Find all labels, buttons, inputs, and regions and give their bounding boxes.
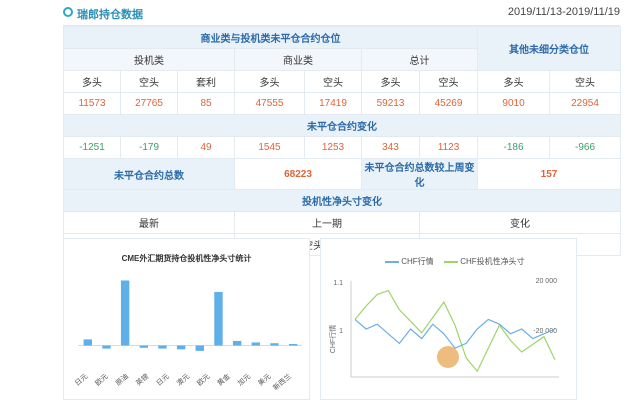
change-cell: -966 [549,136,622,159]
change-cell: 49 [177,136,235,159]
changes-row: -1251 -179 49 1545 1253 343 1123 -186 -9… [63,136,622,159]
bar [214,291,223,346]
weekly-change-label: 未平仓合约总数较上周变化 [360,158,479,190]
y-left-mid-tick: 1 [339,328,343,335]
bar [270,343,279,346]
y-right-top-tick: 20 000 [536,278,558,285]
subheader-cell: 多头 [477,70,551,93]
value-cell: 47555 [234,92,305,115]
bar [176,345,186,350]
change-cell: 343 [361,136,420,159]
value-cell: 11573 [63,92,121,115]
subheader-cell: 空头 [418,70,479,93]
value-cell: 9010 [477,92,551,115]
section-oi-change: 未平仓合约变化 [62,114,622,137]
change-cell: 1545 [234,136,305,159]
totals-row: 未平仓合约总数 68223 未平仓合约总数较上周变化 157 [63,158,622,190]
line-chart: 1.11CHF行情20 000-20 000 [328,278,559,378]
net-header-latest: 最新 [63,211,235,234]
subheader-cell: 多头 [63,70,121,93]
date-range: 2019/11/13-2019/11/19 [507,6,620,18]
value-cell: 85 [177,92,235,115]
section-other: 其他未细分类仓位 [477,26,622,71]
net-header-change: 变化 [418,211,622,234]
page-title: 瑞郎持仓数据 [77,9,143,21]
y-left-axis-label: CHF行情 [328,325,337,353]
bar-tick-label: 英镑 [134,372,151,388]
bar [251,342,260,346]
value-cell: 59213 [361,92,420,115]
value-cell: 22954 [549,92,622,115]
bar-tick-label: 美元 [256,372,273,388]
subheader-cell: 多头 [361,70,420,93]
group-total: 总计 [360,48,479,71]
bar-tick-label: 新西兰 [271,372,293,392]
group-commercial: 商业类 [234,48,362,71]
bar [139,345,148,348]
change-cell: -1251 [63,136,121,159]
page-header: 瑞郎持仓数据 2019/11/13-2019/11/19 [0,0,640,26]
chf-line-chart-panel: CHF行情 CHF投机性净头寸 1.1 1 CHF行情 20 000 -20 000 [320,238,577,400]
value-cell: 45269 [418,92,479,115]
bar [102,345,111,349]
section-net-position: 投机性净头寸变化 [62,189,622,212]
series-line-chf [354,318,556,349]
weekly-change-value: 157 [477,158,622,190]
bar-tick-label: 加元 [236,372,253,388]
net-header-previous: 上一期 [234,211,420,234]
subheader-cell: 多头 [234,70,305,93]
bar [120,280,130,346]
change-cell: 1253 [304,136,362,159]
bar [232,340,242,346]
bar-tick-label: 澳元 [175,372,192,388]
bar-tick-label: 日元 [155,372,171,387]
circle-icon [63,7,73,17]
total-oi-label: 未平仓合约总数 [63,158,235,190]
net-header-row: 最新 上一期 变化 [63,211,622,234]
bar-tick-label: 黄金 [215,372,232,388]
bar-chart: 日元 欧元 原油 英镑 日元 澳元 欧元 黄金 加元 美元 新西兰 [73,280,302,392]
bar [158,345,167,349]
values-row: 11573 27765 85 47555 17419 59213 45269 9… [63,92,622,115]
value-cell: 17419 [304,92,362,115]
net-position-bar-chart-panel: CME外汇期货持仓投机性净头寸统计 日元 欧元 原油 英镑 日元 澳元 欧元 黄金 加元 美元 新西… [63,238,310,400]
bar [195,345,204,351]
change-cell: 1123 [418,136,479,159]
watermark-badge [437,346,459,368]
bar-tick-label: 原油 [114,372,131,388]
bar [83,339,92,346]
bar-tick-label: 欧元 [93,372,110,388]
bar-tick-label: 欧元 [195,372,212,388]
bar-tick-label: 日元 [73,372,89,387]
subheader-row: 多头 空头 套利 多头 空头 多头 空头 多头 空头 [63,70,622,93]
subheader-cell: 空头 [549,70,622,93]
total-oi-value: 68223 [234,158,362,190]
bar [288,343,298,346]
positions-table: 商业类与投机类未平仓合约仓位 其他未细分类仓位 投机类 商业类 总计 多头 空头… [62,26,622,256]
subheader-cell: 空头 [120,70,178,93]
group-speculative: 投机类 [63,48,235,71]
change-cell: -186 [477,136,551,159]
change-cell: -179 [120,136,178,159]
y-left-top-tick: 1.1 [333,280,343,287]
subheader-cell: 套利 [177,70,235,93]
section-commercial-speculative: 商业类与投机类未平仓合约仓位 [62,26,479,49]
value-cell: 27765 [120,92,178,115]
subheader-cell: 空头 [304,70,362,93]
